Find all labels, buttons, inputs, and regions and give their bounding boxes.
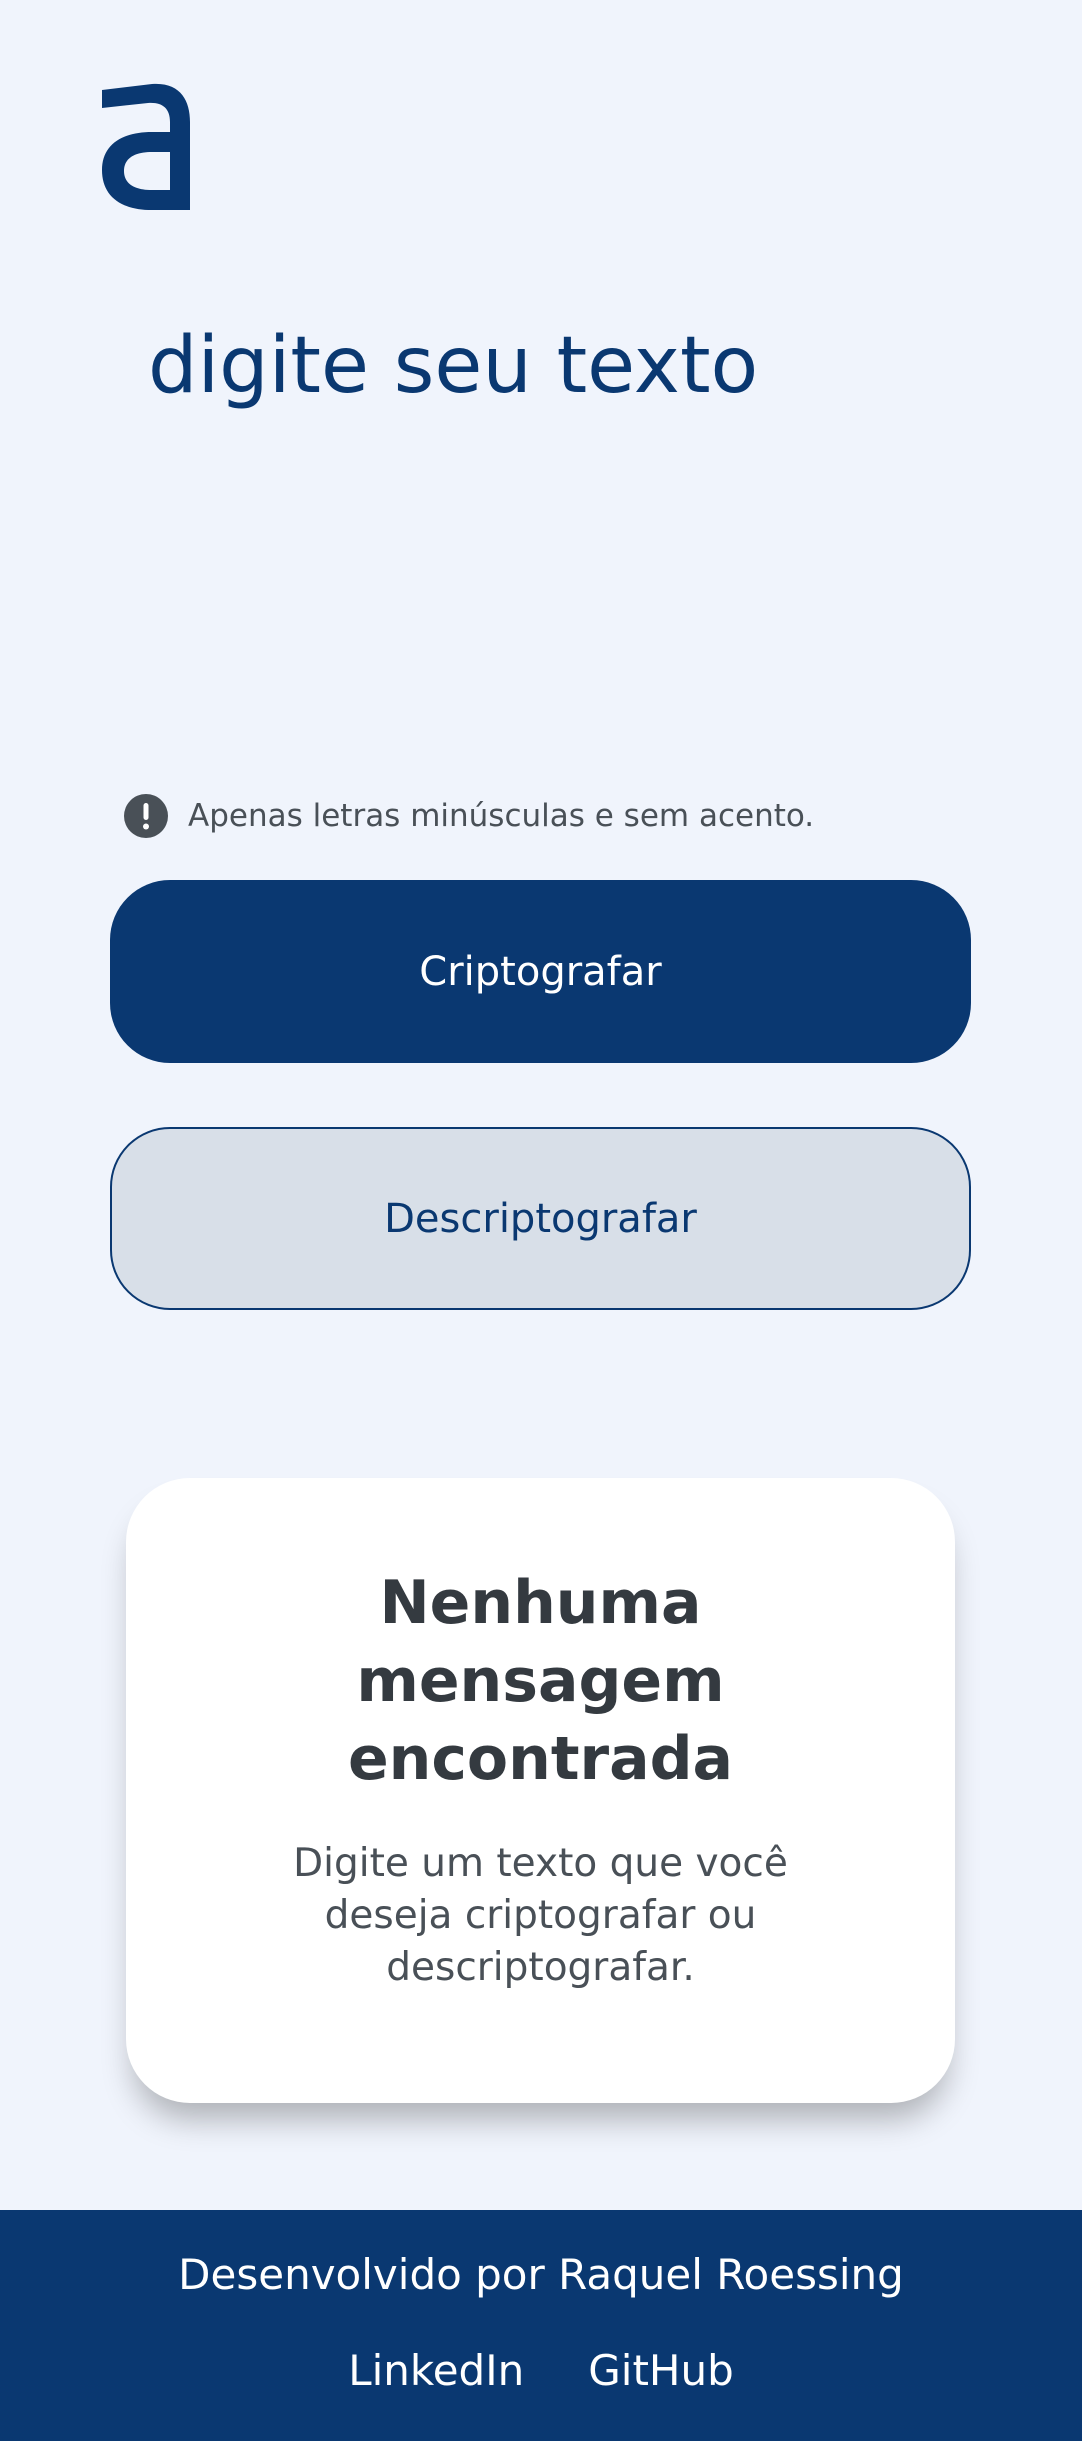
output-empty-description: Digite um texto que você deseja criptogr… [293, 1841, 788, 1990]
exclamation-circle-icon [124, 794, 168, 838]
footer-credit: Desenvolvido por Raquel Roessing [178, 2250, 904, 2299]
alura-a-logo-icon [102, 83, 190, 210]
decrypt-button[interactable]: Descriptografar [110, 1127, 971, 1310]
linkedin-link[interactable]: LinkedIn [348, 2344, 524, 2398]
github-link[interactable]: GitHub [588, 2344, 734, 2398]
footer-links: LinkedIn GitHub [0, 2344, 1082, 2398]
encrypt-button[interactable]: Criptografar [110, 880, 971, 1063]
output-empty-title: Nenhuma mensagem encontrada [347, 1568, 734, 1794]
input-hint: Apenas letras minúsculas e sem acento. [124, 794, 814, 838]
message-input[interactable] [148, 320, 968, 740]
hint-text: Apenas letras minúsculas e sem acento. [188, 798, 815, 834]
output-panel: Nenhuma mensagem encontrada Digite um te… [126, 1478, 955, 2103]
footer: Desenvolvido por Raquel Roessing LinkedI… [0, 2210, 1082, 2441]
